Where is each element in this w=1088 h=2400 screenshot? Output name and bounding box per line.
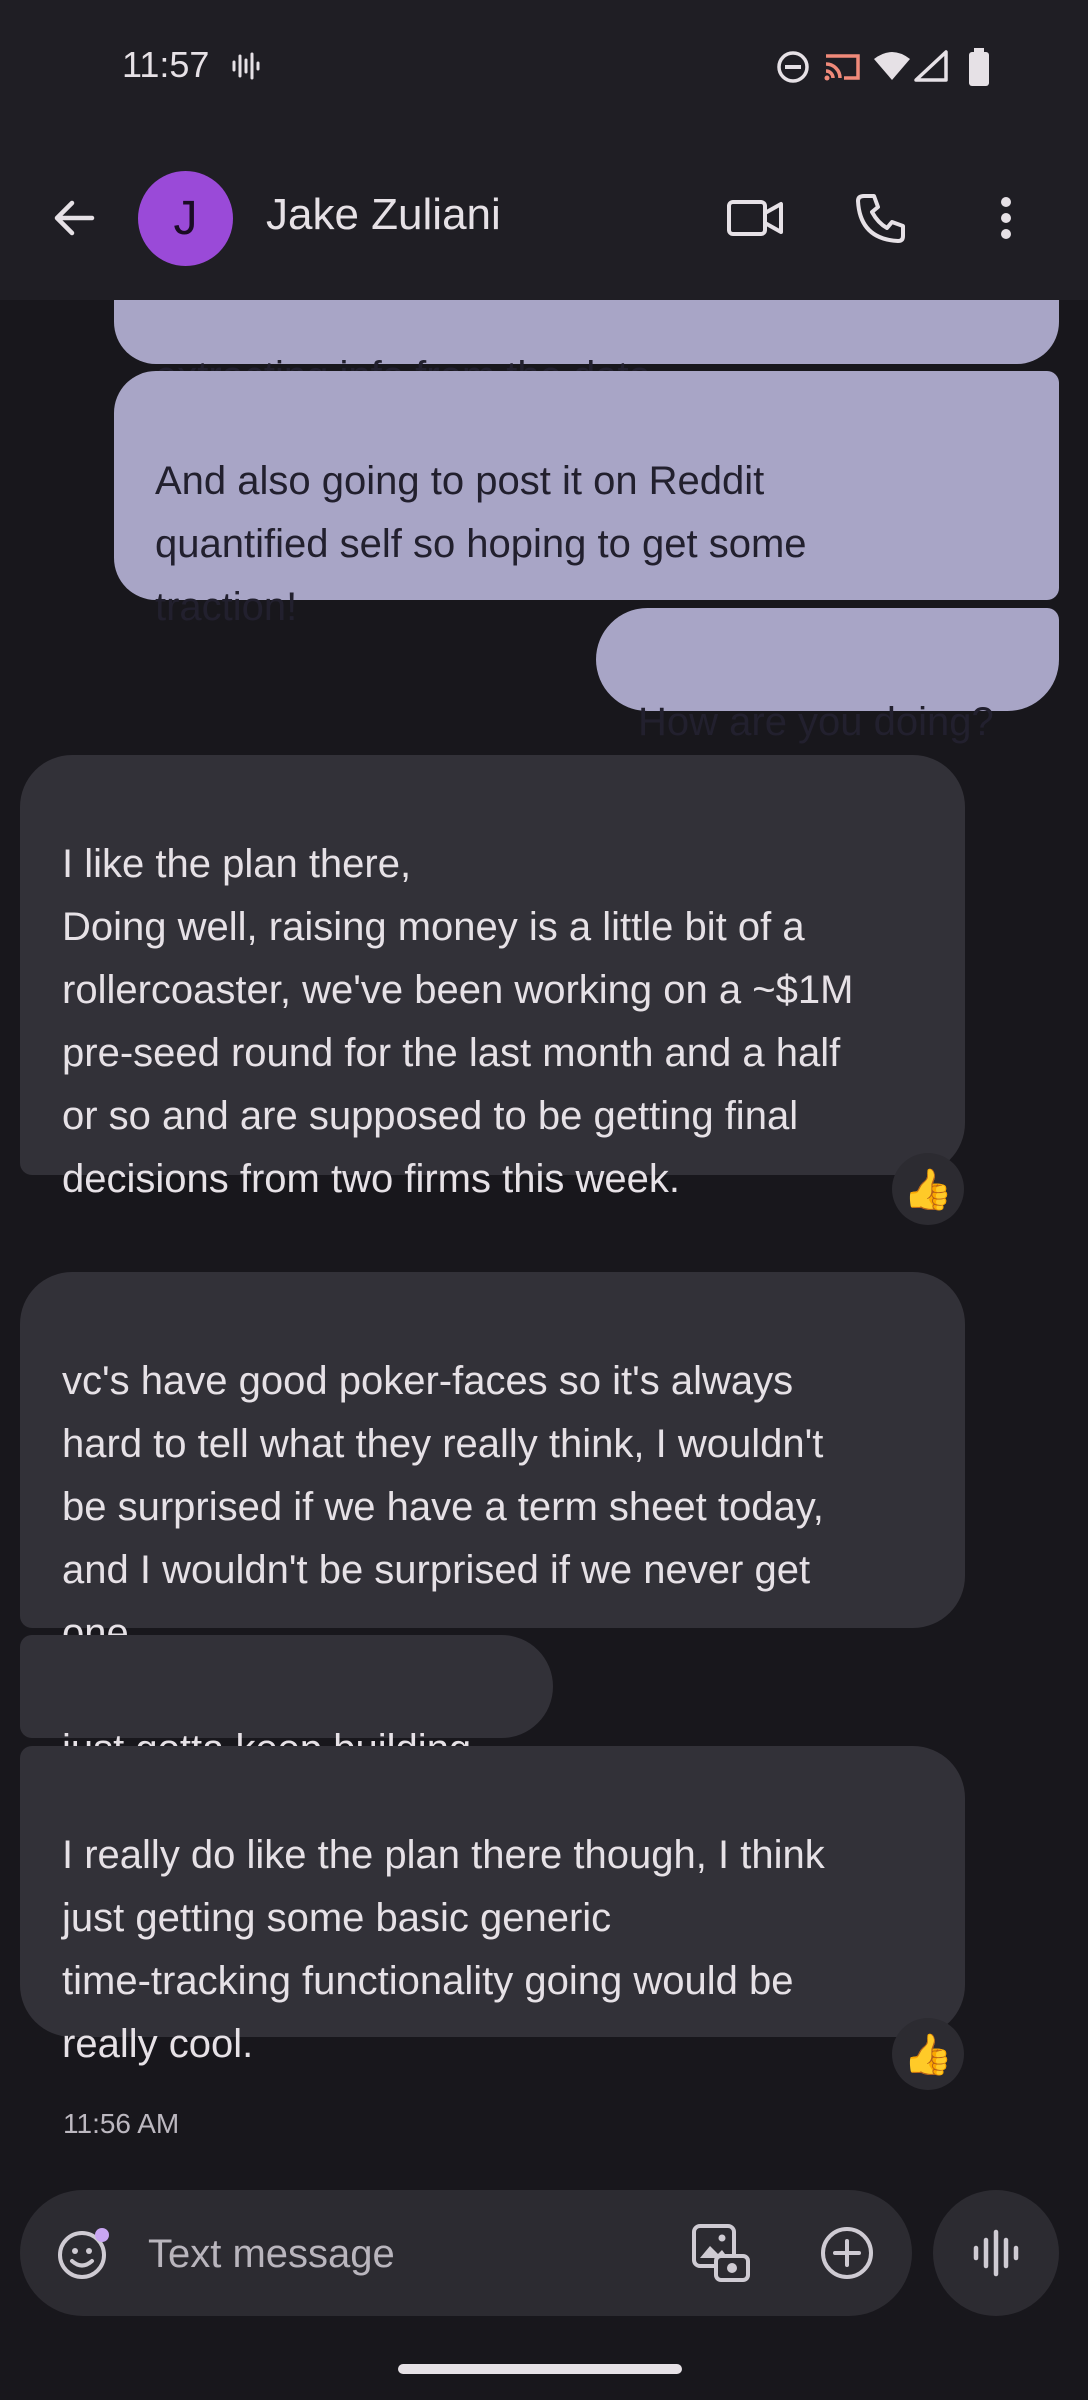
reaction-badge[interactable]: 👍 bbox=[892, 2018, 964, 2090]
message-text: How are you doing? bbox=[638, 700, 994, 744]
message-input[interactable] bbox=[146, 2220, 670, 2288]
gallery-icon[interactable] bbox=[688, 2220, 754, 2286]
compose-bar bbox=[20, 2190, 912, 2316]
message-list[interactable]: extracting info from the data And also g… bbox=[0, 300, 1088, 2180]
outgoing-message[interactable]: How are you doing? bbox=[596, 608, 1059, 744]
outgoing-message[interactable]: And also going to post it on Reddit quan… bbox=[114, 371, 1059, 629]
voice-message-icon[interactable] bbox=[933, 2190, 1059, 2316]
video-call-icon[interactable] bbox=[720, 183, 790, 253]
thumbs-up-icon: 👍 bbox=[903, 1167, 953, 1212]
message-timestamp: 11:56 AM bbox=[63, 2108, 180, 2139]
cast-icon bbox=[822, 50, 862, 89]
do-not-disturb-icon bbox=[775, 49, 811, 90]
voice-activity-icon bbox=[230, 50, 262, 87]
signal-icon bbox=[914, 50, 948, 87]
outgoing-message[interactable]: extracting info from the data bbox=[114, 300, 1059, 398]
incoming-message[interactable]: I like the plan there, Doing well, raisi… bbox=[20, 755, 965, 1201]
battery-icon bbox=[968, 48, 990, 91]
status-time: 11:57 bbox=[122, 44, 210, 85]
avatar[interactable]: J bbox=[138, 171, 233, 266]
wifi-icon bbox=[872, 50, 912, 87]
incoming-message[interactable]: vc's have good poker-faces so it's alway… bbox=[20, 1272, 965, 1655]
incoming-message[interactable]: I really do like the plan there though, … bbox=[20, 1746, 965, 2066]
status-bar: 11:57 bbox=[0, 0, 1088, 135]
add-icon[interactable] bbox=[817, 2223, 877, 2283]
message-text: And also going to post it on Reddit quan… bbox=[155, 459, 807, 629]
message-text: I like the plan there, Doing well, raisi… bbox=[62, 842, 854, 1201]
contact-name[interactable]: Jake Zuliani bbox=[266, 190, 501, 240]
reaction-badge[interactable]: 👍 bbox=[892, 1153, 964, 1225]
back-arrow-icon[interactable] bbox=[39, 183, 109, 253]
incoming-message[interactable]: just gotta keep building bbox=[20, 1635, 553, 1771]
thumbs-up-icon: 👍 bbox=[903, 2032, 953, 2077]
message-text: I really do like the plan there though, … bbox=[62, 1833, 825, 2066]
message-text: vc's have good poker-faces so it's alway… bbox=[62, 1359, 824, 1655]
more-vert-icon[interactable] bbox=[971, 183, 1041, 253]
gesture-nav-handle[interactable] bbox=[398, 2364, 682, 2374]
emoji-icon[interactable] bbox=[54, 2223, 114, 2283]
phone-icon[interactable] bbox=[846, 183, 916, 253]
conversation-header: J Jake Zuliani bbox=[0, 135, 1088, 300]
